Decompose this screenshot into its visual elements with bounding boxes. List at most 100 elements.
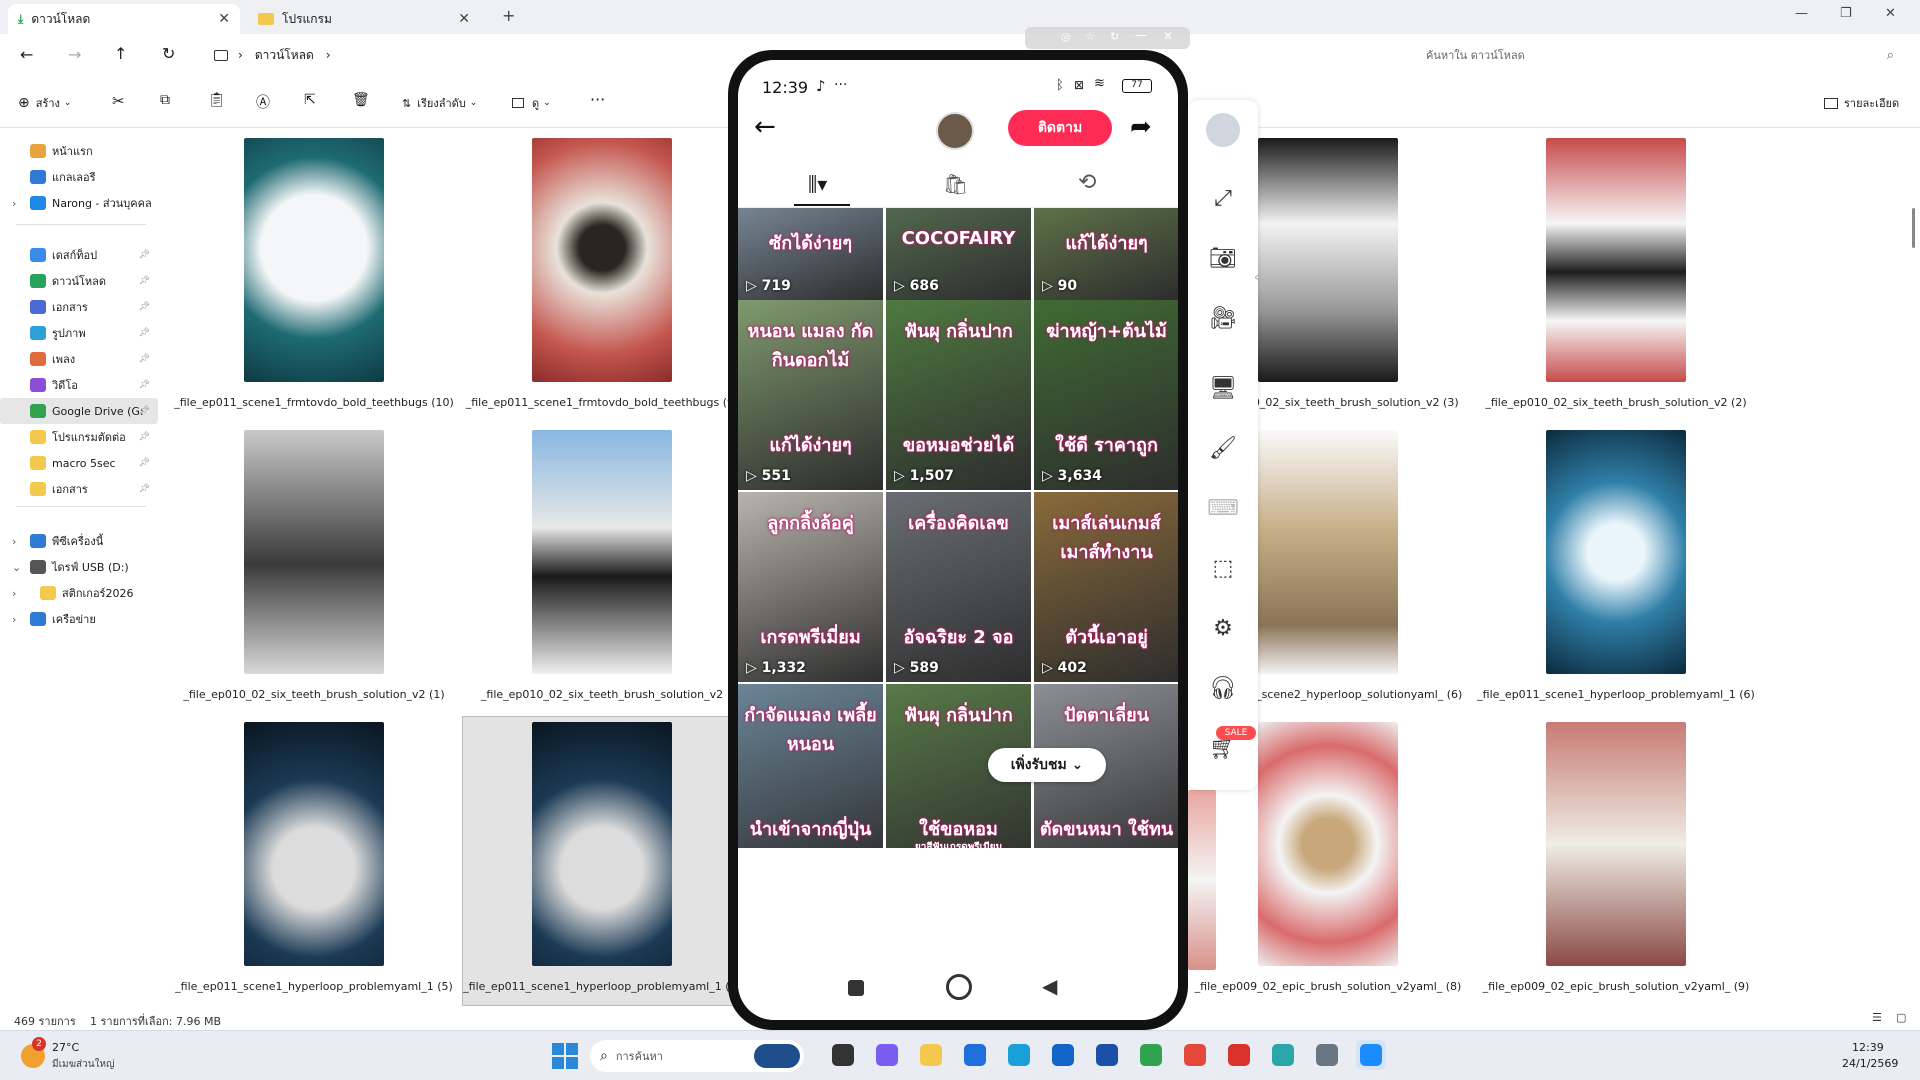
new-tab-button[interactable]: + <box>502 6 515 25</box>
google-drive-icon[interactable] <box>1136 1040 1166 1070</box>
pin-icon[interactable]: ◎ <box>1061 30 1071 43</box>
sidebar-item[interactable]: โปรแกรมตัดต่อ 📌︎ <box>0 424 158 450</box>
minimize-button[interactable]: — <box>1795 6 1808 21</box>
recents-button[interactable] <box>848 980 864 996</box>
screenshot-camera-icon[interactable]: 📷︎ <box>1205 240 1241 276</box>
store-icon[interactable] <box>960 1040 990 1070</box>
file-name[interactable]: _file_ep011_scene1_hyperloop_problemyaml… <box>462 980 742 994</box>
list-view-icon[interactable]: ☰ <box>1872 1011 1882 1024</box>
tab-repost-icon[interactable]: ⟲ <box>1078 170 1096 195</box>
settings-gear-icon[interactable]: ⚙ <box>1205 610 1241 646</box>
rename-icon[interactable]: Ⓐ <box>256 92 270 112</box>
search-box[interactable]: ค้นหาใน ดาวน์โหลด ⌕ <box>1408 40 1908 70</box>
close-icon[interactable]: ✕ <box>218 11 230 27</box>
expand-chevron-icon[interactable]: › <box>12 587 16 600</box>
settings-icon[interactable] <box>1312 1040 1342 1070</box>
support-headset-icon[interactable]: 🎧︎ <box>1205 670 1241 706</box>
video-tile[interactable]: ซักได้ง่ายๆ ▷ 719 <box>738 208 883 300</box>
tab-shop-bag-icon[interactable]: 🛍︎ <box>943 172 968 196</box>
video-tile[interactable]: ฆ่าหญ้า+ต้นไม้ ใช้ดี ราคาถูก ▷ 3,634 <box>1034 300 1178 490</box>
edge-icon[interactable] <box>1004 1040 1034 1070</box>
expand-chevron-icon[interactable]: › <box>12 613 16 626</box>
paste-icon[interactable]: 📋︎ <box>208 92 226 108</box>
region-select-icon[interactable]: ⬚ <box>1205 550 1241 586</box>
close-window-button[interactable]: ✕ <box>1885 6 1896 21</box>
rotate-icon[interactable]: ↻ <box>1110 30 1119 43</box>
taskbar-search[interactable]: ⌕ การค้นหา <box>590 1040 804 1072</box>
recently-watched-chip[interactable]: เพิ่งรับชม ⌄ <box>988 748 1106 782</box>
collapse-chevron-icon[interactable]: ‹ <box>1254 270 1259 284</box>
follow-button[interactable]: ติดตาม <box>1008 110 1112 146</box>
file-thumbnail[interactable] <box>1546 138 1686 382</box>
vertical-scrollbar[interactable] <box>1912 208 1915 248</box>
maximize-button[interactable]: ❐ <box>1840 6 1852 21</box>
sidebar-item[interactable]: แกลเลอรี <box>0 164 158 190</box>
file-name[interactable]: _file_ep011_scene1_hyperloop_problemyaml… <box>174 980 454 994</box>
pin-icon[interactable]: 📌︎ <box>139 302 150 312</box>
breadcrumb[interactable]: ดาวน์โหลด <box>255 46 314 65</box>
pin-icon[interactable]: 📌︎ <box>139 458 150 468</box>
share-icon[interactable]: ⇱ <box>304 92 316 108</box>
sidebar-item[interactable]: › Narong - ส่วนบุคคล <box>0 190 158 216</box>
sidebar-item[interactable]: เพลง 📌︎ <box>0 346 158 372</box>
phone-mirror-app-icon[interactable] <box>1356 1040 1386 1070</box>
expand-chevron-icon[interactable]: › <box>12 197 16 210</box>
file-name[interactable]: _file_ep010_02_six_teeth_brush_solution_… <box>174 688 454 702</box>
file-explorer-icon[interactable] <box>916 1040 946 1070</box>
sidebar-item[interactable]: › พีซีเครื่องนี้ <box>0 528 158 554</box>
copy-icon[interactable]: ⧉ <box>160 92 170 108</box>
file-name[interactable]: _file_ep009_02_epic_brush_solution_v2yam… <box>1476 980 1756 994</box>
app-icon[interactable] <box>1268 1040 1298 1070</box>
close-icon[interactable]: ✕ <box>458 11 470 27</box>
video-tile[interactable]: ลูกกลิ้งล้อคู่ เกรดพรีเมี่ยม ▷ 1,332 <box>738 492 883 682</box>
cut-icon[interactable]: ✂ <box>112 92 125 110</box>
sidebar-item[interactable]: › เครือข่าย <box>0 606 158 632</box>
file-thumbnail[interactable] <box>244 138 384 382</box>
file-thumbnail[interactable] <box>1258 138 1398 382</box>
sidebar-item[interactable]: เอกสาร 📌︎ <box>0 294 158 320</box>
avatar[interactable] <box>936 112 974 150</box>
chrome-icon[interactable] <box>1180 1040 1210 1070</box>
video-tile[interactable]: เมาส์เล่นเกมส์ เมาส์ทำงาน ตัวนี้เอาอยู่ ▷ … <box>1034 492 1178 682</box>
file-thumbnail[interactable] <box>244 430 384 674</box>
tab-programs[interactable]: โปรแกรม ✕ <box>248 4 480 34</box>
start-button[interactable] <box>552 1043 578 1069</box>
record-video-icon[interactable]: 🎥︎ <box>1205 300 1241 336</box>
video-tile[interactable]: แก้ได้ง่ายๆ ▷ 90 <box>1034 208 1178 300</box>
details-pane-button[interactable]: รายละเอียด <box>1824 94 1899 112</box>
video-tile[interactable]: เครื่องคิดเลข อัจฉริยะ 2 จอ ▷ 589 <box>886 492 1031 682</box>
file-thumbnail[interactable] <box>1546 430 1686 674</box>
more-options-button[interactable]: ··· <box>590 90 605 109</box>
tab-videos-grid-icon[interactable]: ⫼▾ <box>808 172 827 196</box>
minimize-icon[interactable]: — <box>1135 28 1147 42</box>
sidebar-item[interactable]: วิดีโอ 📌︎ <box>0 372 158 398</box>
close-icon[interactable]: ✕ <box>1163 29 1173 43</box>
sidebar-item[interactable]: Google Drive (G: 📌︎ <box>0 398 158 424</box>
pin-icon[interactable]: 📌︎ <box>139 328 150 338</box>
video-tile[interactable]: ฟันผุ กลิ่นปาก ขอหมอช่วยได้ ▷ 1,507 <box>886 300 1031 490</box>
share-arrow-icon[interactable]: ➦ <box>1130 112 1152 142</box>
keyboard-icon[interactable]: ⌨ <box>1205 490 1241 526</box>
up-arrow-icon[interactable]: ↑ <box>114 44 127 63</box>
view-button[interactable]: ดู ⌄ <box>512 94 551 112</box>
file-name[interactable]: _file_ep010_02_six_teeth_brush_solution_… <box>462 688 742 702</box>
screen-cast-icon[interactable]: 🖥︎ <box>1205 370 1241 406</box>
task-view-icon[interactable] <box>828 1040 858 1070</box>
sidebar-item[interactable]: › สติกเกอร์2026 <box>0 580 158 606</box>
pin-icon[interactable]: 📌︎ <box>139 276 150 286</box>
video-tile[interactable]: หนอน แมลง กัดกินดอกไม้ แก้ได้ง่ายๆ ▷ 551 <box>738 300 883 490</box>
back-arrow-icon[interactable]: ← <box>20 45 33 64</box>
file-thumbnail[interactable] <box>1258 722 1398 966</box>
file-thumbnail[interactable] <box>532 722 672 966</box>
brush-icon[interactable]: 🖌︎ <box>1205 430 1241 466</box>
delete-icon[interactable]: 🗑︎ <box>352 92 370 108</box>
file-thumbnail[interactable] <box>532 138 672 382</box>
back-button[interactable]: ◀ <box>1042 974 1057 998</box>
sidebar-item[interactable]: ⌄ ไดรฟ์ USB (D:) <box>0 554 158 580</box>
file-name[interactable]: _file_ep011_scene1_frmtovdo_bold_teethbu… <box>462 396 742 410</box>
pin-icon[interactable]: 📌︎ <box>139 250 150 260</box>
pin-icon[interactable]: 📌︎ <box>139 380 150 390</box>
star-icon[interactable]: ☆ <box>1085 30 1095 43</box>
new-button[interactable]: ⊕ สร้าง ⌄ <box>18 94 71 112</box>
tiles-view-icon[interactable]: ▢ <box>1896 1011 1906 1024</box>
